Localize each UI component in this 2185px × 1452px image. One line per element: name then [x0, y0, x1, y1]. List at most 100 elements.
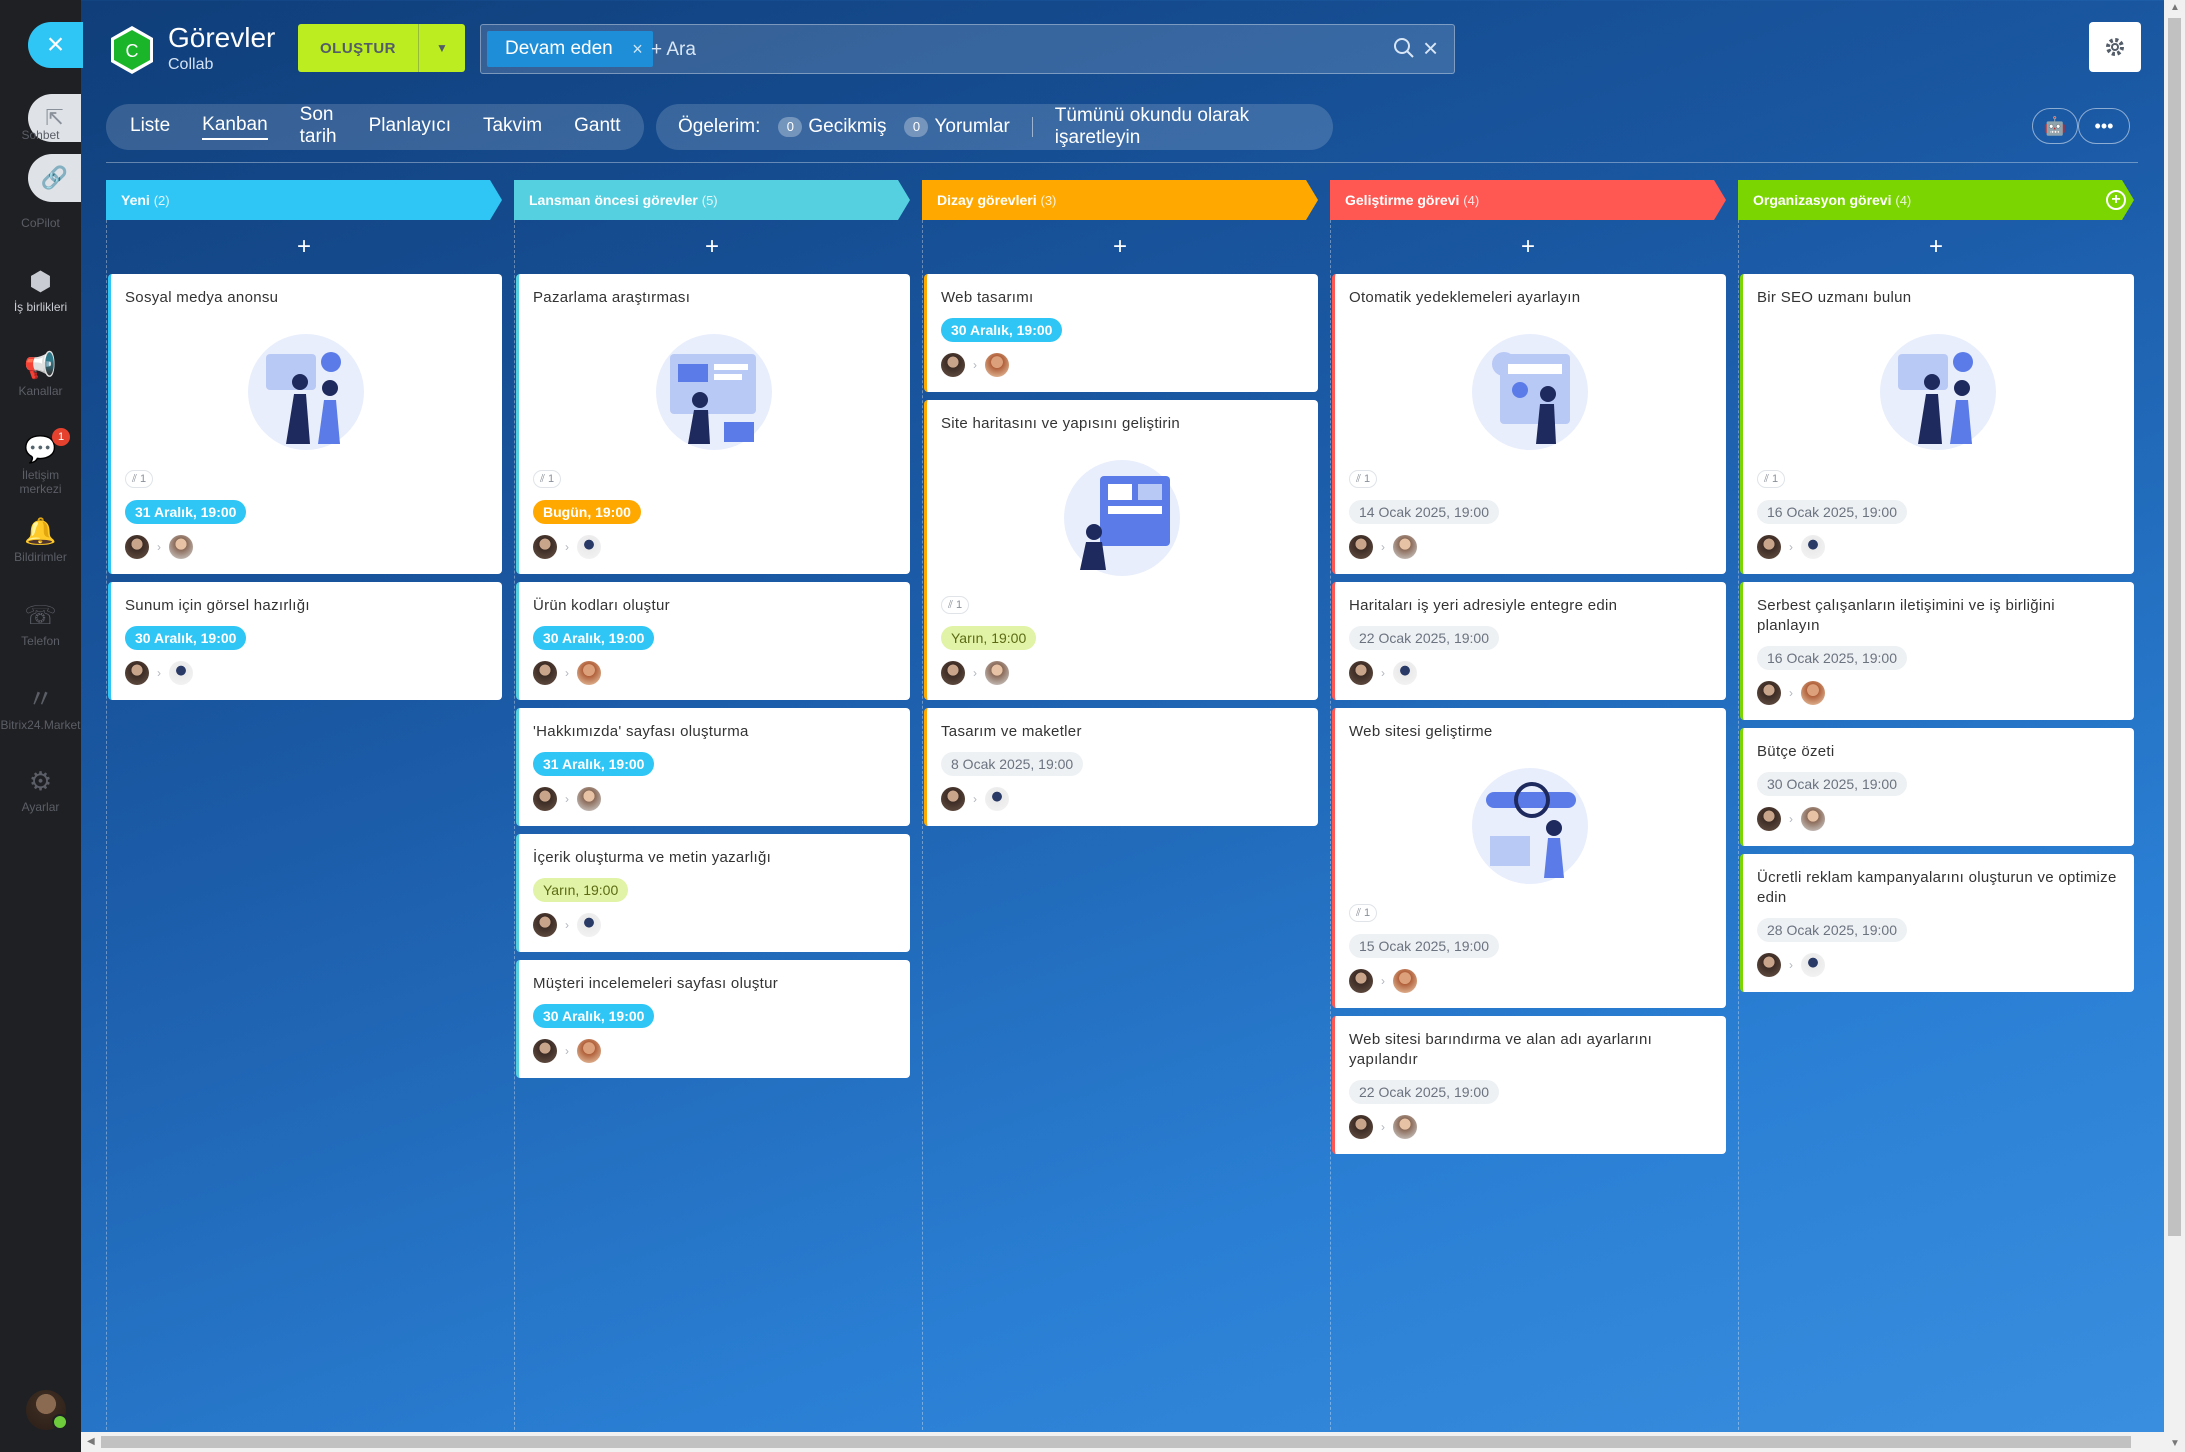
- attachment-count[interactable]: ⫽ 1: [1757, 470, 1786, 488]
- creator-avatar[interactable]: [1757, 535, 1781, 559]
- task-title[interactable]: Site haritasını ve yapısını geliştirin: [941, 414, 1303, 434]
- task-card[interactable]: Serbest çalışanların iletişimini ve iş b…: [1740, 582, 2134, 720]
- search-box[interactable]: Devam eden × ×: [480, 24, 1455, 74]
- more-button[interactable]: •••: [2078, 108, 2130, 144]
- deadline-badge[interactable]: 14 Ocak 2025, 19:00: [1349, 500, 1499, 524]
- deadline-badge[interactable]: 30 Aralık, 19:00: [125, 626, 247, 650]
- tab-gantt[interactable]: Gantt: [574, 115, 620, 139]
- task-title[interactable]: Tasarım ve maketler: [941, 722, 1303, 742]
- deadline-badge[interactable]: 15 Ocak 2025, 19:00: [1349, 934, 1499, 958]
- deadline-badge[interactable]: Yarın, 19:00: [941, 626, 1037, 650]
- assignee-avatar[interactable]: [1801, 681, 1825, 705]
- sidebar-item-market[interactable]: 〃 Bitrix24.Market: [0, 684, 81, 732]
- creator-avatar[interactable]: [941, 353, 965, 377]
- creator-avatar[interactable]: [1757, 681, 1781, 705]
- sidebar-item-settings[interactable]: ⚙ Ayarlar: [0, 766, 81, 814]
- assignee-avatar[interactable]: [577, 661, 601, 685]
- deadline-badge[interactable]: 28 Ocak 2025, 19:00: [1757, 918, 1907, 942]
- creator-avatar[interactable]: [533, 661, 557, 685]
- task-title[interactable]: İçerik oluşturma ve metin yazarlığı: [533, 848, 895, 868]
- add-column-icon[interactable]: +: [2106, 190, 2126, 210]
- overdue-link[interactable]: Gecikmiş: [808, 116, 886, 138]
- task-card[interactable]: Haritaları iş yeri adresiyle entegre edi…: [1332, 582, 1726, 700]
- assignee-avatar[interactable]: [577, 1039, 601, 1063]
- task-card[interactable]: Müşteri incelemeleri sayfası oluştur 30 A…: [516, 960, 910, 1078]
- task-card[interactable]: Ücretli reklam kampanyalarını oluşturun …: [1740, 854, 2134, 992]
- robot-button[interactable]: 🤖: [2032, 108, 2078, 144]
- assignee-avatar[interactable]: [1801, 953, 1825, 977]
- task-title[interactable]: Sunum için görsel hazırlığı: [125, 596, 487, 616]
- deadline-badge[interactable]: 16 Ocak 2025, 19:00: [1757, 500, 1907, 524]
- assignee-avatar[interactable]: [1801, 535, 1825, 559]
- task-title[interactable]: Ücretli reklam kampanyalarını oluşturun …: [1757, 868, 2119, 908]
- task-title[interactable]: Sosyal medya anonsu: [125, 288, 487, 308]
- creator-avatar[interactable]: [1349, 969, 1373, 993]
- filter-chip[interactable]: Devam eden ×: [487, 31, 653, 67]
- sidebar-item-collabs[interactable]: ⬢ İş birlikleri: [0, 266, 81, 314]
- tab-list[interactable]: Liste: [130, 115, 170, 139]
- creator-avatar[interactable]: [1757, 807, 1781, 831]
- assignee-avatar[interactable]: [985, 661, 1009, 685]
- settings-button[interactable]: [2089, 22, 2141, 72]
- sidebar-link-button[interactable]: 🔗: [28, 154, 81, 202]
- task-card[interactable]: Otomatik yedeklemeleri ayarlayın ⫽ 1 14 Oc…: [1332, 274, 1726, 574]
- deadline-badge[interactable]: Bugün, 19:00: [533, 500, 641, 524]
- task-title[interactable]: Haritaları iş yeri adresiyle entegre edi…: [1349, 596, 1711, 616]
- task-card[interactable]: Sosyal medya anonsu ⫽ 1 31 Aralık, 19:00 ›: [108, 274, 502, 574]
- task-card[interactable]: Web sitesi barındırma ve alan adı ayarla…: [1332, 1016, 1726, 1154]
- task-title[interactable]: Pazarlama araştırması: [533, 288, 895, 308]
- task-card[interactable]: Tasarım ve maketler 8 Ocak 2025, 19:00 ›: [924, 708, 1318, 826]
- task-card[interactable]: İçerik oluşturma ve metin yazarlığı Yarın…: [516, 834, 910, 952]
- assignee-avatar[interactable]: [985, 353, 1009, 377]
- task-title[interactable]: Bütçe özeti: [1757, 742, 2119, 762]
- scrollbar-thumb[interactable]: [2168, 18, 2181, 1236]
- add-task-button[interactable]: +: [922, 220, 1318, 274]
- task-card[interactable]: Site haritasını ve yapısını geliştirin ⫽ …: [924, 400, 1318, 700]
- clear-search-icon[interactable]: ×: [1423, 33, 1438, 63]
- task-title[interactable]: Web tasarımı: [941, 288, 1303, 308]
- column-header[interactable]: Yeni (2): [106, 180, 502, 220]
- sidebar-item-contact-center[interactable]: 💬 İletişim merkezi: [0, 434, 81, 496]
- column-header[interactable]: Lansman öncesi görevler (5): [514, 180, 910, 220]
- attachment-count[interactable]: ⫽ 1: [125, 470, 154, 488]
- task-title[interactable]: Web sitesi geliştirme: [1349, 722, 1711, 742]
- add-task-button[interactable]: +: [1330, 220, 1726, 274]
- mark-all-read-link[interactable]: Tümünü okundu olarak işaretleyin: [1055, 105, 1333, 149]
- creator-avatar[interactable]: [533, 1039, 557, 1063]
- task-title[interactable]: Müşteri incelemeleri sayfası oluştur: [533, 974, 895, 994]
- deadline-badge[interactable]: 30 Aralık, 19:00: [941, 318, 1063, 342]
- scrollbar-thumb[interactable]: [101, 1436, 2131, 1448]
- task-title[interactable]: Otomatik yedeklemeleri ayarlayın: [1349, 288, 1711, 308]
- assignee-avatar[interactable]: [577, 913, 601, 937]
- sidebar-item-phone[interactable]: ☏ Telefon: [0, 600, 81, 648]
- assignee-avatar[interactable]: [1393, 661, 1417, 685]
- creator-avatar[interactable]: [1349, 661, 1373, 685]
- deadline-badge[interactable]: 22 Ocak 2025, 19:00: [1349, 1080, 1499, 1104]
- task-title[interactable]: Ürün kodları oluştur: [533, 596, 895, 616]
- attachment-count[interactable]: ⫽ 1: [1349, 470, 1378, 488]
- deadline-badge[interactable]: 22 Ocak 2025, 19:00: [1349, 626, 1499, 650]
- creator-avatar[interactable]: [533, 787, 557, 811]
- task-card[interactable]: Web tasarımı 30 Aralık, 19:00 ›: [924, 274, 1318, 392]
- sidebar-item-sohbet[interactable]: Sohbet: [0, 128, 81, 142]
- tab-planner[interactable]: Planlayıcı: [369, 115, 451, 139]
- close-slider-button[interactable]: ×: [28, 22, 83, 68]
- task-title[interactable]: Bir SEO uzmanı bulun: [1757, 288, 2119, 308]
- add-task-button[interactable]: +: [106, 220, 502, 274]
- creator-avatar[interactable]: [1349, 535, 1373, 559]
- assignee-avatar[interactable]: [169, 661, 193, 685]
- task-title[interactable]: 'Hakkımızda' sayfası oluşturma: [533, 722, 895, 742]
- deadline-badge[interactable]: 8 Ocak 2025, 19:00: [941, 752, 1084, 776]
- horizontal-scrollbar[interactable]: ◀: [81, 1432, 2164, 1452]
- deadline-badge[interactable]: 30 Aralık, 19:00: [533, 626, 655, 650]
- search-icon[interactable]: [1391, 35, 1417, 61]
- sidebar-item-copilot[interactable]: CoPilot: [0, 216, 81, 230]
- search-input[interactable]: [651, 33, 1251, 67]
- column-header[interactable]: Geliştirme görevi (4): [1330, 180, 1726, 220]
- assignee-avatar[interactable]: [1393, 535, 1417, 559]
- task-title[interactable]: Serbest çalışanların iletişimini ve iş b…: [1757, 596, 2119, 636]
- task-card[interactable]: Ürün kodları oluştur 30 Aralık, 19:00 ›: [516, 582, 910, 700]
- task-card[interactable]: Web sitesi geliştirme ⫽ 1 15 Ocak 2025, 19…: [1332, 708, 1726, 1008]
- attachment-count[interactable]: ⫽ 1: [533, 470, 562, 488]
- column-header[interactable]: Dizay görevleri (3): [922, 180, 1318, 220]
